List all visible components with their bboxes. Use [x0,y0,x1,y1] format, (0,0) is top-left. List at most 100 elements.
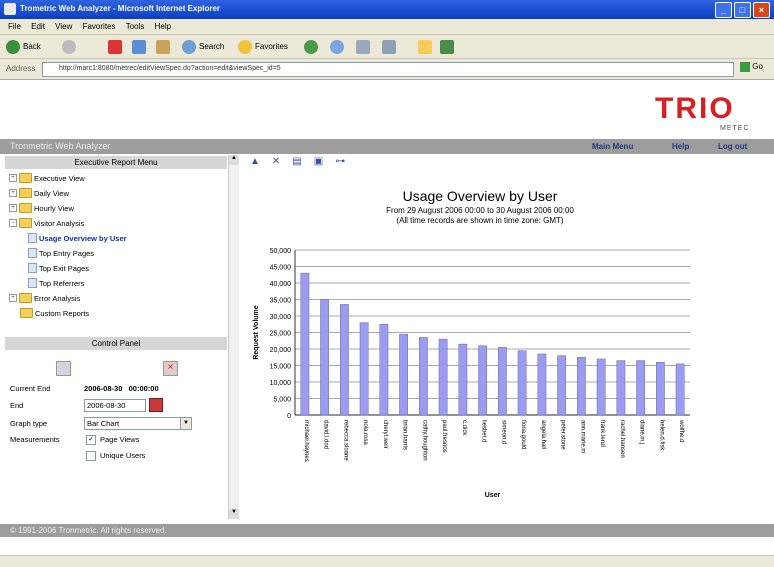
history-button[interactable] [304,39,318,54]
pencil-icon[interactable] [56,361,71,376]
app-title: Tronmetric Web Analyzer [10,141,111,151]
help-link[interactable]: Help [672,142,689,151]
favorites-button[interactable]: Favorites [238,39,288,54]
browser-toolbar: Back Search Favorites [0,35,774,59]
logout-link[interactable]: Log out [718,142,747,151]
save-report-icon[interactable]: ▣ [314,156,323,167]
print-report-icon[interactable]: ▤ [292,156,301,167]
graph-type-select[interactable]: Bar Chart ▼ [84,417,192,430]
address-label: Address [6,64,36,73]
print-button[interactable] [356,39,370,54]
x-tick-label: nola.rosa [362,420,368,445]
menu-favorites[interactable]: Favorites [83,22,116,31]
end-date-input[interactable]: 2006-08-30 [84,399,146,412]
forward-button[interactable] [62,39,76,54]
home-button[interactable] [156,39,170,54]
address-input[interactable]: http://marc1:8080/metrec/editViewSpec.do… [42,62,734,77]
tree-label: Error Analysis [34,293,81,303]
menu-file[interactable]: File [8,22,21,31]
unique-users-checkbox[interactable] [86,451,96,461]
x-tick-label: frank.lenzi [599,420,605,447]
copyright-text: © 1991-2006 Tronmetric. All rights reser… [10,526,167,535]
page-views-label: Page Views [100,435,140,444]
chart-type-icon[interactable]: ▲ [250,156,260,167]
tree-item-top-entry-pages[interactable]: Top Entry Pages [28,248,94,258]
chevron-down-icon[interactable]: ▼ [180,418,191,429]
bar [636,360,645,416]
window-title: Trometric Web Analyzer - Microsoft Inter… [20,4,221,13]
menu-tools[interactable]: Tools [126,22,145,31]
left-scrollbar[interactable]: ▲ ▼ [228,155,239,519]
ie-icon [4,3,16,15]
bar [359,322,369,416]
graph-type-value: Bar Chart [87,419,120,428]
tree-item-top-exit-pages[interactable]: Top Exit Pages [28,263,89,273]
expand-icon[interactable]: + [9,204,17,212]
minimize-button[interactable]: _ [715,2,732,18]
stop-button[interactable] [108,39,122,54]
collapse-icon[interactable]: − [9,219,17,227]
close-button[interactable]: × [753,2,770,18]
bar [537,353,547,416]
messenger-button[interactable] [440,39,454,54]
expand-icon[interactable]: + [9,189,17,197]
x-tick-label: liesbet.d [481,420,487,442]
expand-icon[interactable]: + [9,294,17,302]
usage-bar-chart: 0 5,000 10,000 15,000 20,000 25,000 30,000 35,0… [253,248,690,499]
x-tick-label: rachel.hansen [619,420,625,458]
title-bar: Trometric Web Analyzer - Microsoft Inter… [0,0,774,19]
go-label: Go [752,62,763,72]
menu-view[interactable]: View [55,22,72,31]
report-page-icon [28,263,37,273]
page-views-checkbox[interactable]: ✓ [86,435,96,445]
tree-label: Visitor Analysis [34,218,85,228]
folder-button[interactable] [418,39,432,54]
scroll-down-icon[interactable]: ▼ [229,509,239,519]
expand-icon[interactable]: + [9,174,17,182]
scroll-up-icon[interactable]: ▲ [229,155,239,165]
search-button[interactable]: Search [182,39,224,54]
export-excel-icon[interactable]: ✕ [272,156,280,167]
bar [616,360,626,416]
maximize-button[interactable]: □ [734,2,751,18]
calendar-icon[interactable] [149,398,163,412]
back-button[interactable]: Back [6,39,41,54]
tree-item-error-analysis[interactable]: + Error Analysis [9,293,80,303]
bar [340,304,349,416]
menu-edit[interactable]: Edit [31,22,45,31]
link-icon[interactable]: ⊶ [335,156,345,167]
x-tick-label: brian.harris [402,420,408,450]
stop-icon [108,39,122,54]
x-tick-label: helen.d.fisk [658,420,664,451]
tree-item-top-referrers[interactable]: Top Referrers [28,278,84,288]
star-icon [238,39,252,54]
unique-users-label: Unique Users [100,451,146,460]
delete-icon[interactable]: × [163,361,178,376]
x-tick-label: angela.hall [540,420,546,449]
report-page-icon [28,248,37,258]
report-page-icon [28,278,37,288]
y-tick-label: 20,000 [270,347,292,354]
chart-subtitle: From 29 August 2006 00:00 to 30 August 2… [386,206,574,215]
back-arrow-icon [6,39,20,54]
refresh-button[interactable] [132,39,146,54]
tree-item-hourly-view[interactable]: + Hourly View [9,203,74,213]
back-label: Back [23,42,41,51]
go-button[interactable]: Go [740,62,770,76]
menu-help[interactable]: Help [155,22,171,31]
tree-item-visitor-analysis[interactable]: − Visitor Analysis [9,218,84,228]
main-menu-link[interactable]: Main Menu [592,142,633,151]
folder-icon [19,173,32,183]
tree-item-custom-reports[interactable]: Custom Reports [20,308,89,318]
folder-icon [418,39,432,54]
tree-label: Hourly View [34,203,74,213]
tree-item-executive-view[interactable]: + Executive View [9,173,85,183]
footer-bar: © 1991-2006 Tronmetric. All rights reser… [0,524,774,537]
tree-item-daily-view[interactable]: + Daily View [9,188,69,198]
tree-item-usage-overview-by-user[interactable]: Usage Overview by User [28,233,127,243]
mail-button[interactable] [330,39,344,54]
tree-label: Custom Reports [35,308,90,318]
bar [399,333,408,416]
bar [419,337,428,416]
edit-button[interactable] [382,39,396,54]
